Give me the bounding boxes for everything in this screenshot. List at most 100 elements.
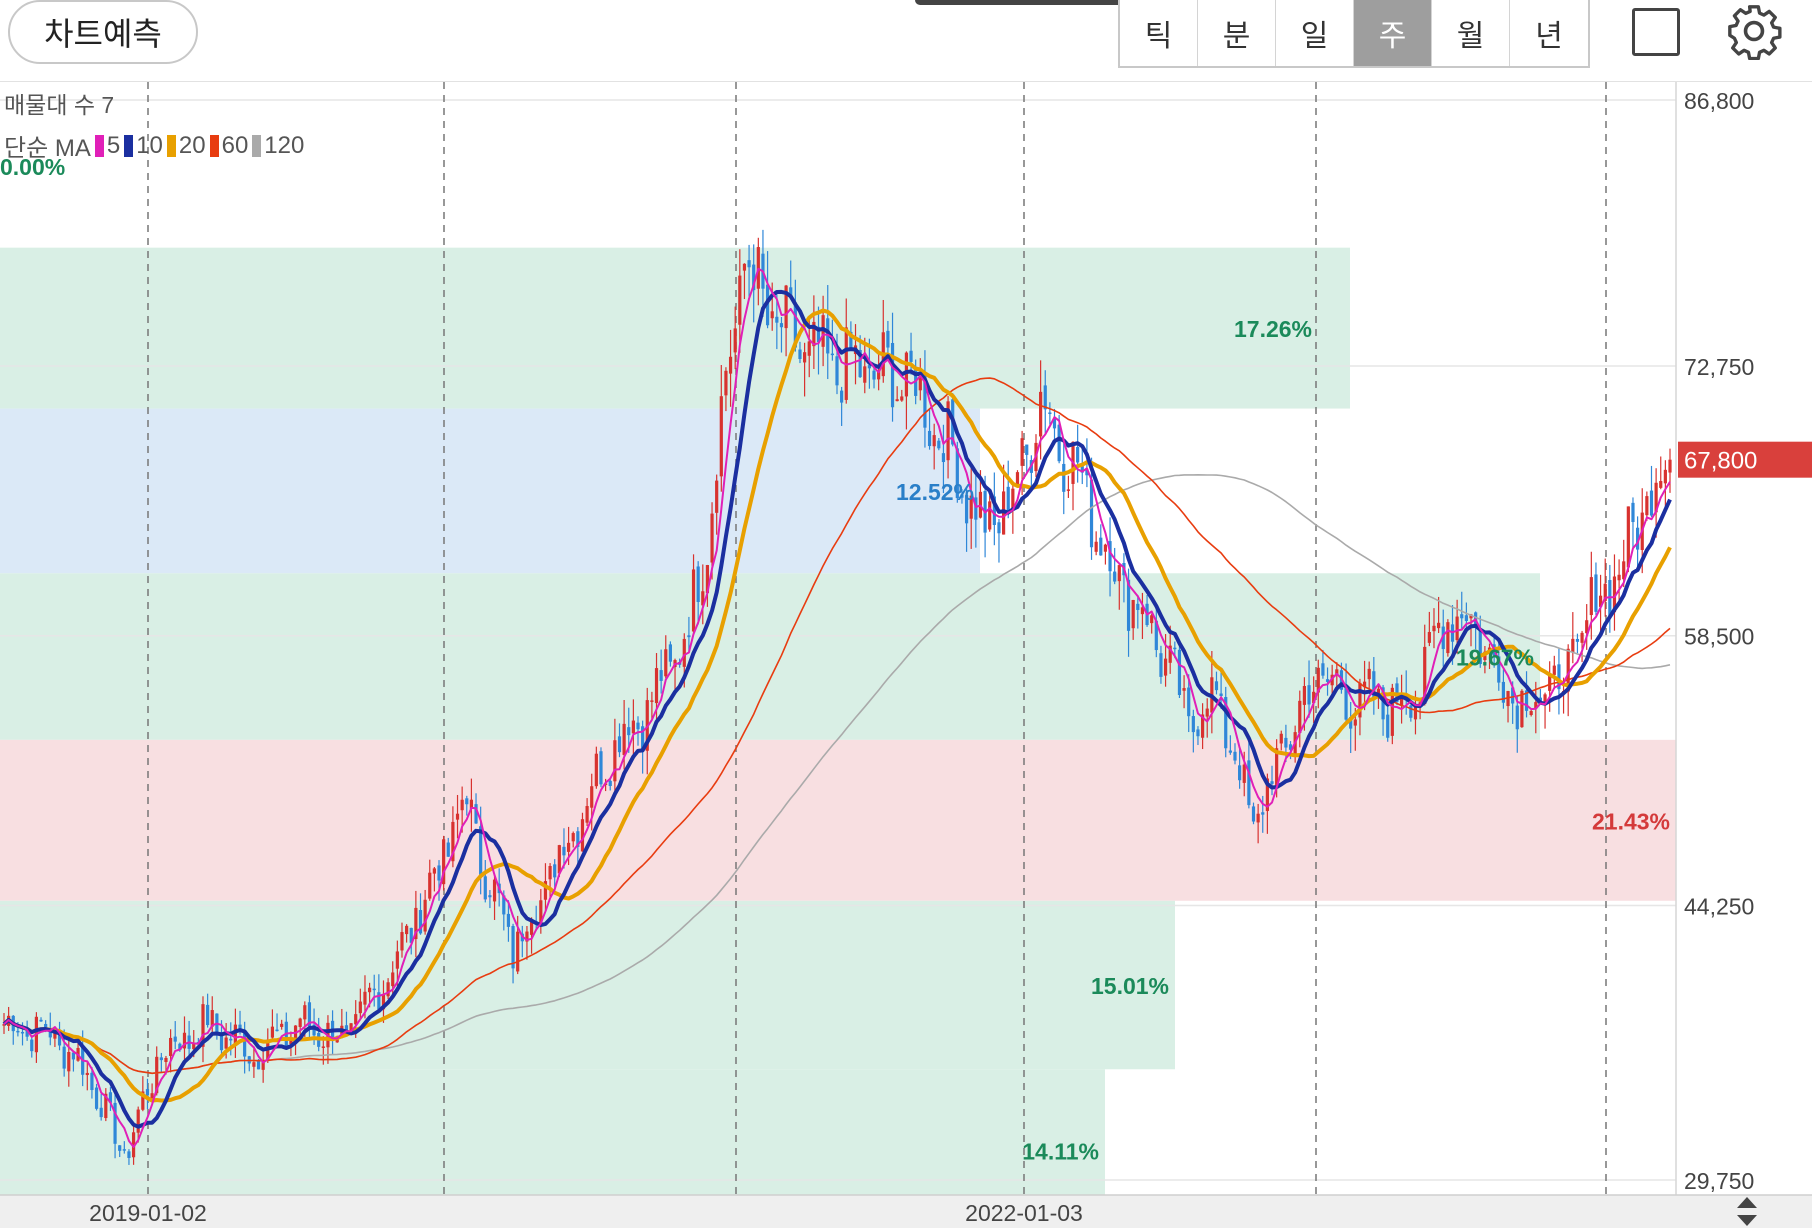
price-tick-label: 29,750	[1684, 1168, 1754, 1194]
candle	[1242, 764, 1246, 783]
volume-band-percent: 17.26%	[1234, 316, 1312, 342]
candle	[219, 1035, 224, 1051]
candle	[20, 1031, 25, 1034]
candle	[1214, 681, 1219, 691]
chart-predict-button[interactable]: 차트예측	[8, 0, 198, 64]
candle	[710, 513, 714, 563]
candle	[566, 842, 571, 852]
candle	[1298, 700, 1302, 733]
candle	[664, 649, 668, 677]
candle	[229, 1038, 233, 1041]
ma-period-label: 120	[264, 131, 305, 159]
candle	[1571, 638, 1575, 653]
candle	[432, 868, 436, 874]
period-tab-group: 틱분일주월년	[1118, 0, 1590, 68]
candle	[719, 396, 723, 477]
candle	[770, 311, 774, 319]
period-tab-0[interactable]: 틱	[1120, 0, 1198, 66]
candle	[830, 353, 834, 356]
candle	[1196, 729, 1200, 737]
candle	[206, 1004, 210, 1026]
candle	[85, 1072, 89, 1076]
candle	[1367, 668, 1371, 680]
candle	[941, 453, 946, 463]
period-tab-3[interactable]: 주	[1354, 0, 1432, 66]
candle	[696, 566, 700, 602]
period-tab-2[interactable]: 일	[1276, 0, 1354, 66]
gear-icon[interactable]	[1725, 2, 1783, 60]
candle	[1520, 690, 1524, 728]
candle	[395, 951, 399, 969]
candle	[840, 390, 844, 403]
candle	[1247, 760, 1251, 806]
ma-period-label: 20	[178, 131, 206, 159]
candle	[1020, 438, 1024, 466]
candle	[1006, 486, 1010, 513]
candle	[1150, 615, 1154, 624]
candle	[1645, 496, 1649, 516]
ma-period-label: 10	[136, 131, 163, 159]
candle	[136, 1109, 140, 1133]
candle	[747, 260, 751, 268]
volume-band-percent: 12.52%	[896, 479, 974, 505]
scroll-arrows-icon[interactable]	[1733, 1195, 1761, 1228]
period-tab-5[interactable]: 년	[1510, 0, 1588, 66]
candle	[1668, 459, 1672, 473]
candle	[1076, 447, 1080, 463]
candle	[391, 972, 395, 987]
candle	[988, 501, 992, 530]
price-tick-label: 44,250	[1684, 894, 1754, 920]
fullscreen-icon[interactable]	[1632, 8, 1680, 56]
candle	[1437, 622, 1441, 629]
current-price-label: 67,800	[1684, 448, 1757, 475]
candle	[835, 356, 839, 386]
candle	[455, 813, 460, 820]
candle	[1617, 574, 1621, 581]
candle	[691, 569, 696, 632]
candle	[39, 1019, 43, 1022]
candle	[465, 798, 469, 805]
ma-swatch-60	[209, 134, 219, 157]
candle	[733, 328, 737, 353]
candle	[617, 736, 622, 753]
candle	[599, 751, 603, 785]
candle	[1529, 711, 1533, 715]
candle	[224, 1037, 228, 1049]
candle	[1238, 765, 1242, 781]
period-tab-1[interactable]: 분	[1198, 0, 1276, 66]
period-tab-4[interactable]: 월	[1432, 0, 1510, 66]
candle	[275, 1029, 279, 1032]
candle	[1409, 705, 1413, 718]
candle	[423, 899, 427, 932]
candle	[1048, 412, 1052, 414]
candle	[372, 988, 376, 991]
candle	[668, 644, 672, 662]
candle	[1099, 537, 1103, 556]
candle	[1057, 424, 1061, 462]
candle	[1307, 685, 1311, 705]
price-chart[interactable]: 17.26% 12.52% 19.67% 21.43% 15.01% 14.11% 86,8…	[0, 82, 1812, 1228]
candle	[405, 925, 409, 935]
candle	[16, 1030, 20, 1033]
candle	[145, 1089, 150, 1096]
volume-band-percent: 15.01%	[1091, 973, 1169, 999]
candle	[553, 864, 557, 878]
candle	[400, 932, 404, 951]
candle	[775, 316, 779, 323]
price-tick-label: 86,800	[1684, 88, 1754, 114]
candle	[1177, 649, 1182, 695]
candle	[886, 330, 890, 348]
candle	[280, 1023, 284, 1027]
date-tick-label: 2022-01-03	[965, 1200, 1083, 1226]
candle	[1066, 489, 1070, 491]
candle	[428, 872, 432, 899]
candle	[724, 370, 728, 396]
candle	[298, 1018, 302, 1027]
candle	[622, 723, 626, 755]
candle	[594, 753, 598, 787]
candle	[937, 440, 941, 449]
candle	[1136, 603, 1140, 610]
candle	[1039, 391, 1043, 437]
candle	[30, 1039, 34, 1052]
candle	[483, 876, 487, 900]
